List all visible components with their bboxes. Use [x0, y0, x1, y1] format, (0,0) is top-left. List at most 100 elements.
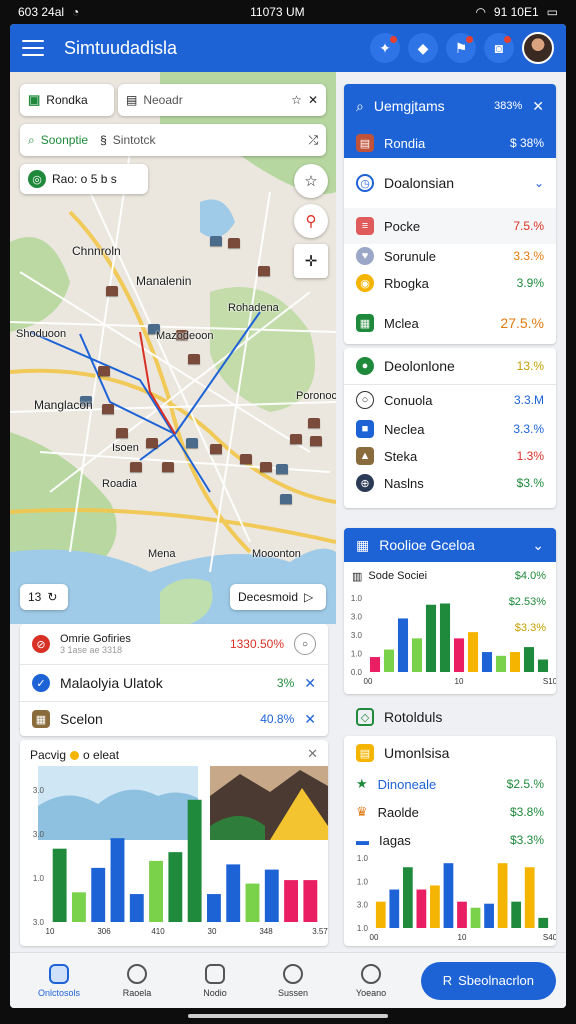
list-item[interactable]: ≡ Pocke 7.5.% [344, 208, 556, 244]
shuffle-icon[interactable]: ⤮ [308, 133, 318, 148]
building-marker [276, 464, 288, 474]
x-tick-label: 10 [455, 677, 464, 686]
x-tick-label: 10 [46, 927, 55, 936]
search-icon: ⌕ [356, 97, 364, 114]
list-item[interactable]: ♥ Sorunule 3.3.% [344, 244, 556, 268]
start-action-button[interactable]: R Sbeolnacrlon [420, 961, 556, 1000]
close-icon[interactable]: ✕ [307, 746, 318, 762]
chart-title: Pacvig [30, 748, 67, 762]
building-marker [162, 462, 174, 472]
summary-panel: ▤ Umonlsisa ★ Dinoneale $2.5.% ♛ Raolde … [344, 736, 556, 946]
chart-bar [303, 880, 318, 922]
map-label: Rohadena [228, 302, 279, 314]
alert-dot [466, 36, 473, 43]
stats-title: Roolioe Gceloa [379, 537, 475, 553]
nav-item-explore[interactable]: Yoeano [332, 963, 410, 998]
group-row[interactable]: ◷ Doalonsian ⌄ [344, 158, 556, 208]
avatar[interactable] [522, 32, 554, 64]
stats-bar-chart: 1.0 3.0 3.0 1.0 0.000 10 S10 [351, 594, 556, 686]
list-item[interactable]: ▲ Steka 1.3% [344, 443, 556, 469]
y-tick-label: 1.0 [357, 854, 369, 863]
detail-header[interactable]: ● Deolonlone 13.% [344, 348, 556, 384]
panel-subrow[interactable]: ▤ Rondia $ 38% [344, 128, 556, 158]
stats-panel-header[interactable]: ▦ Roolioe Gceloa ⌄ [344, 528, 556, 562]
building-marker [280, 494, 292, 504]
messages-button[interactable]: ◙ [484, 33, 514, 63]
nav-item-search[interactable]: Raoela [98, 963, 176, 998]
alert-row[interactable]: ✓ Malaolyia Ulatok 3% ✕ [20, 665, 328, 701]
map-label: Roadia [102, 478, 137, 490]
list-item-value: 3.3.% [513, 249, 544, 263]
x-tick-label: 10 [458, 933, 467, 942]
circle-button[interactable]: ○ [294, 633, 316, 655]
star-icon[interactable]: ☆ [291, 93, 302, 107]
location-button[interactable]: ⚲ [294, 204, 328, 238]
list-item-value: 3.3.% [513, 422, 544, 436]
secondary-search[interactable]: ⌕ Soonptie § Sintotck ⤮ [20, 124, 326, 156]
layers-button[interactable]: ◆ [408, 33, 438, 63]
alert-row[interactable]: ⊘ Omrie Gofiries 3 1ase ae 3318 1330.50%… [20, 624, 328, 664]
list-item[interactable]: ▬ Iagas $3.3% [344, 826, 556, 854]
panel-subrow-value: $ 38% [509, 136, 544, 150]
info-icon: ◎ [28, 170, 46, 188]
ranking-panel-header[interactable]: ⌕ Uemgjtams 383% ✕ [344, 84, 556, 128]
info-chip[interactable]: ◎ Rao: o 5 b s [20, 164, 148, 194]
close-icon[interactable]: ✕ [304, 711, 316, 728]
close-icon[interactable]: ✕ [532, 98, 544, 115]
x-tick-label: 00 [370, 933, 379, 942]
layer-chip-label: Rondka [46, 93, 88, 107]
status-right: 91 10E1 [493, 5, 539, 19]
nav-label: Raoela [122, 987, 152, 998]
nav-item-dashboard[interactable]: Onlctosols [20, 963, 98, 998]
tag-icon: ◇ [356, 708, 374, 726]
globe-icon: ⊕ [356, 474, 374, 492]
list-item[interactable]: ★ Dinoneale $2.5.% [344, 770, 556, 798]
table-icon: ▦ [356, 314, 374, 332]
group-label: Doalonsian [384, 175, 455, 191]
list-item-value: $3.% [516, 476, 544, 490]
notification-dot [390, 36, 397, 43]
search-bar[interactable]: ▤ Neoadr ☆ ✕ [118, 84, 326, 116]
chart-bar [397, 618, 409, 672]
map-view[interactable]: ▣ Rondka ▤ Neoadr ☆ ✕ ⌕ Soonptie § Sintot… [10, 72, 336, 624]
summary-header[interactable]: ▤ Umonlsisa [344, 736, 556, 770]
chevron-down-icon[interactable]: ⌄ [532, 537, 544, 554]
search-input[interactable]: Neoadr [143, 93, 285, 107]
alerts-list: ⊘ Omrie Gofiries 3 1ase ae 3318 1330.50%… [20, 624, 328, 736]
list-item-label: Steka [384, 448, 418, 464]
chart-bar [411, 638, 423, 672]
list-item[interactable]: ■ Neclea 3.3.% [344, 415, 556, 443]
chart-bar [524, 867, 535, 928]
y-tick-label: 3.0 [33, 786, 45, 795]
close-icon[interactable]: ✕ [308, 93, 318, 107]
directions-chip[interactable]: Decesmoid ▷ [230, 584, 326, 610]
summary-title: Umonlsisa [384, 745, 450, 761]
status-bar: 603 24al ◔ 11073 UM ◠ 91 10E1 ▭ [0, 0, 576, 24]
alert-row[interactable]: ▦ Scelon 40.8% ✕ [20, 702, 328, 736]
status-time: 11073 UM [250, 5, 305, 19]
bookmark-button[interactable]: ☆ [294, 164, 328, 198]
notification-button[interactable]: ✦ [370, 33, 400, 63]
list-item[interactable]: ⊕ Naslns $3.% [344, 469, 556, 497]
list-item[interactable]: ○ Conuola 3.3.M [344, 385, 556, 415]
wifi-icon: ◠ [475, 5, 486, 19]
zoom-level-chip[interactable]: 13 ↻ [20, 584, 68, 610]
list-item[interactable]: ♛ Raolde $3.8% [344, 798, 556, 826]
rotolduls-row[interactable]: ◇ Rotolduls [344, 700, 556, 734]
alerts-button[interactable]: ⚑ [446, 33, 476, 63]
close-icon[interactable]: ✕ [304, 675, 316, 692]
list-item[interactable]: ◉ Rbogka 3.9% [344, 268, 556, 298]
list-item[interactable]: ▦ Mclea 27.5.% [344, 298, 556, 344]
chevron-down-icon[interactable]: ⌄ [534, 176, 544, 190]
home-indicator[interactable] [188, 1014, 388, 1018]
list-item-label: Iagas [379, 832, 411, 848]
hat-icon: ▲ [356, 447, 374, 465]
layer-chip[interactable]: ▣ Rondka [20, 84, 114, 116]
chart-bar [495, 655, 507, 672]
nav-item-media[interactable]: Nodio [176, 963, 254, 998]
menu-icon[interactable] [22, 40, 44, 56]
zoom-button[interactable]: ✛ [294, 244, 328, 278]
refresh-icon: ↻ [47, 590, 58, 604]
nav-item-system[interactable]: Sussen [254, 963, 332, 998]
nav-label: Yoeano [355, 987, 387, 998]
